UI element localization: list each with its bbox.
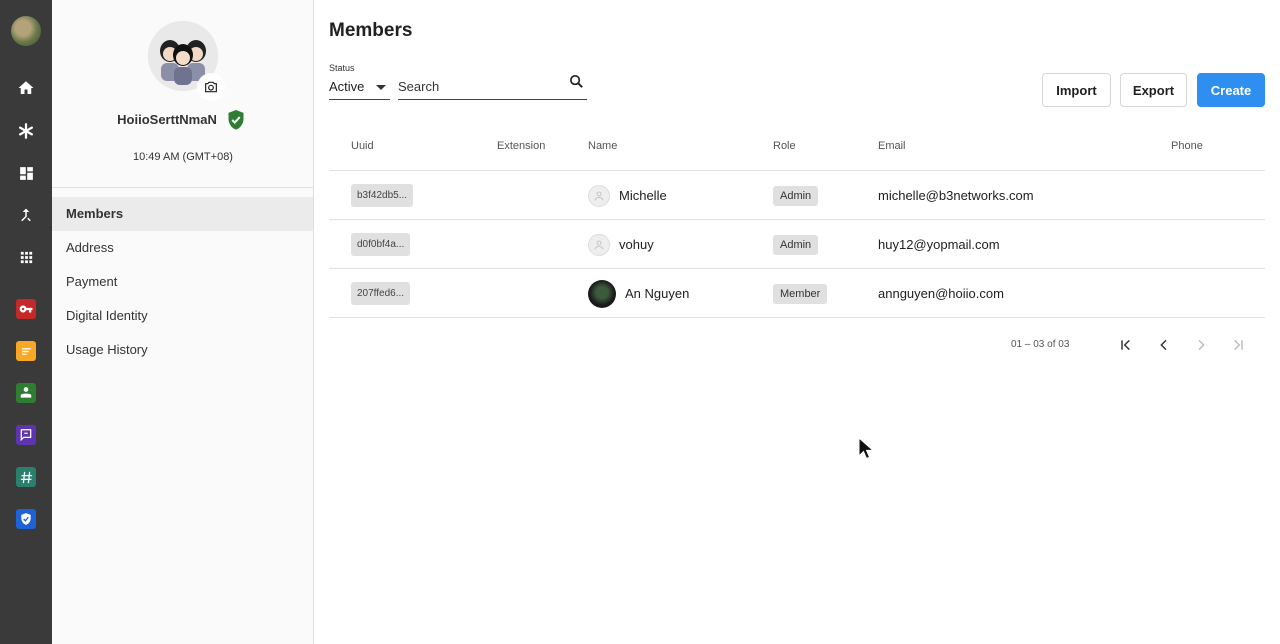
hashtag-app-icon[interactable] — [16, 467, 36, 487]
search-icon[interactable] — [568, 73, 585, 95]
apps-grid-icon[interactable] — [16, 247, 36, 267]
avatar — [588, 233, 610, 256]
member-name: Michelle — [619, 188, 667, 203]
user-avatar[interactable] — [11, 16, 41, 46]
column-header-extension[interactable]: Extension — [497, 140, 545, 152]
nav-item-usage-history[interactable]: Usage History — [52, 333, 313, 367]
status-label: Status — [329, 63, 355, 73]
nav-item-address[interactable]: Address — [52, 231, 313, 265]
dashboard-icon[interactable] — [16, 163, 36, 183]
nav-item-digital-identity[interactable]: Digital Identity — [52, 299, 313, 333]
role-chip: Admin — [773, 234, 819, 255]
avatar — [588, 184, 610, 207]
table-row[interactable]: d0f0bf4a... vohuy Admin huy12@yopmail.co… — [329, 220, 1265, 269]
merge-icon[interactable] — [16, 205, 36, 225]
nav-item-payment[interactable]: Payment — [52, 265, 313, 299]
nav-item-members[interactable]: Members — [52, 197, 313, 231]
uuid-chip: 207ffed6... — [351, 282, 411, 305]
column-header-email[interactable]: Email — [878, 140, 906, 152]
profile-panel: HoiioSerttNmaN 10:49 AM (GMT+08) Members… — [52, 0, 314, 644]
email-cell: annguyen@hoiio.com — [878, 286, 1004, 301]
main-content: Members Status Active Import Export Crea… — [314, 0, 1280, 644]
local-time: 10:49 AM (GMT+08) — [133, 151, 233, 163]
organization-name: HoiioSerttNmaN — [117, 112, 217, 127]
pager-range: 01 – 03 of 03 — [1011, 339, 1070, 350]
column-header-name[interactable]: Name — [588, 140, 617, 152]
email-cell: huy12@yopmail.com — [878, 237, 1000, 252]
role-chip: Member — [773, 283, 828, 304]
contacts-app-icon[interactable] — [16, 383, 36, 403]
table-row[interactable]: b3f42db5... Michelle Admin michelle@b3ne… — [329, 171, 1265, 220]
next-page-icon[interactable] — [1191, 335, 1211, 355]
chevron-down-icon — [376, 85, 386, 90]
column-header-phone[interactable]: Phone — [1171, 140, 1203, 152]
home-icon[interactable] — [16, 78, 36, 98]
mouse-cursor-icon — [858, 436, 875, 466]
column-header-role[interactable]: Role — [773, 140, 796, 152]
profile-nav: Members Address Payment Digital Identity… — [52, 197, 313, 367]
shield-app-icon[interactable] — [16, 509, 36, 529]
column-header-uuid[interactable]: Uuid — [351, 140, 374, 152]
uuid-chip: d0f0bf4a... — [351, 233, 411, 256]
key-app-icon[interactable] — [16, 299, 36, 319]
search-field[interactable] — [398, 73, 587, 100]
status-value: Active — [329, 79, 365, 94]
verified-shield-icon — [226, 109, 246, 136]
avatar — [588, 279, 616, 308]
table-row[interactable]: 207ffed6... An Nguyen Member annguyen@ho… — [329, 269, 1265, 318]
page-title: Members — [329, 20, 413, 41]
role-chip: Admin — [773, 185, 819, 206]
member-name: An Nguyen — [625, 286, 690, 301]
member-name: vohuy — [619, 237, 654, 252]
status-select[interactable]: Active — [329, 76, 390, 100]
last-page-icon[interactable] — [1228, 335, 1248, 355]
export-button[interactable]: Export — [1120, 73, 1187, 107]
create-button[interactable]: Create — [1197, 73, 1265, 107]
table-header: Uuid Extension Name Role Email Phone — [329, 122, 1265, 171]
divider — [52, 187, 314, 188]
previous-page-icon[interactable] — [1154, 335, 1174, 355]
asterisk-icon[interactable] — [16, 121, 36, 141]
chat-app-icon[interactable] — [16, 425, 36, 445]
email-cell: michelle@b3networks.com — [878, 188, 1034, 203]
uuid-chip: b3f42db5... — [351, 184, 414, 207]
notes-app-icon[interactable] — [16, 341, 36, 361]
camera-icon[interactable] — [197, 73, 225, 101]
members-table: Uuid Extension Name Role Email Phone b3f… — [329, 122, 1265, 318]
first-page-icon[interactable] — [1116, 335, 1136, 355]
app-rail — [0, 0, 52, 644]
import-button[interactable]: Import — [1042, 73, 1111, 107]
search-input[interactable] — [398, 76, 558, 98]
